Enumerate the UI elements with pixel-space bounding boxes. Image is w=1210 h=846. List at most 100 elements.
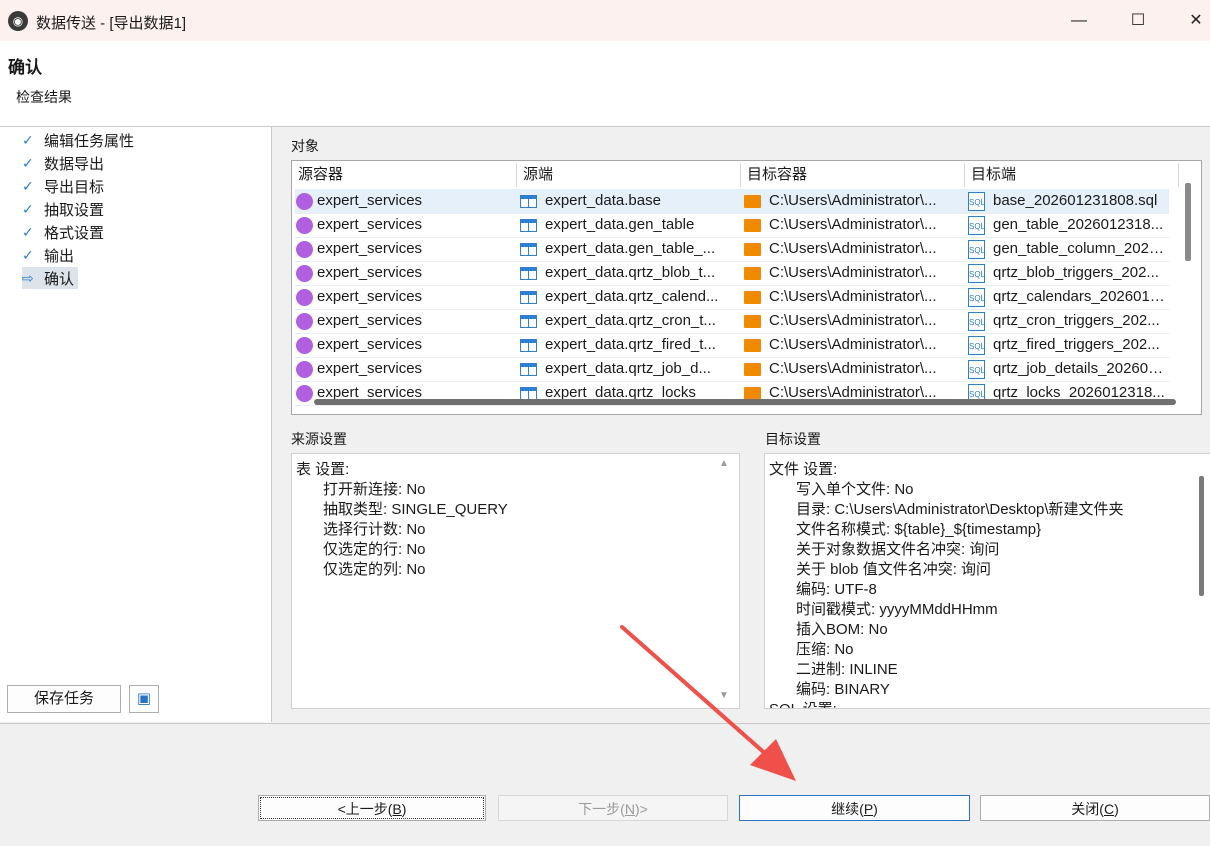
cell-text: C:\Users\Administrator\...: [769, 312, 937, 329]
cell-text: qrtz_fired_triggers_202...: [993, 336, 1160, 353]
folder-icon: [744, 242, 761, 256]
table-row[interactable]: expert_services expert_data.qrtz_blob_t..…: [295, 261, 1169, 286]
cell-source: expert_data.gen_table: [520, 213, 738, 237]
target-setting-line: 写入单个文件: No: [796, 481, 914, 498]
cell-target-container: C:\Users\Administrator\...: [744, 333, 962, 357]
cell-text: qrtz_blob_triggers_202...: [993, 264, 1159, 281]
folder-icon: [744, 218, 761, 232]
cell-source-container: expert_services: [296, 213, 511, 237]
cell-target: SQL base_202601231808.sql: [968, 189, 1168, 213]
objects-table[interactable]: 源容器 源端 目标容器 目标端 expert_services expert_da…: [291, 160, 1202, 415]
cell-text: expert_services: [317, 336, 423, 353]
step-format-settings[interactable]: ✓ 格式设置: [22, 221, 104, 243]
previous-step-button[interactable]: <上一步(B): [258, 795, 486, 821]
table-row[interactable]: expert_services expert_data.base C:\Users\…: [295, 189, 1169, 214]
column-header-target-container[interactable]: 目标容器: [741, 163, 965, 187]
minimize-button[interactable]: —: [1064, 8, 1094, 34]
floppy-disk-icon: ▣: [136, 690, 152, 707]
cell-target: SQL qrtz_fired_triggers_202...: [968, 333, 1168, 357]
source-setting-line: 抽取类型: SINGLE_QUERY: [323, 501, 508, 518]
save-task-button[interactable]: 保存任务: [7, 685, 121, 713]
next-step-button[interactable]: 下一步(N)>: [498, 795, 728, 821]
table-row[interactable]: expert_services expert_data.qrtz_fired_t.…: [295, 333, 1169, 358]
check-icon: ✓: [22, 154, 34, 171]
button-label: 下一步(: [578, 801, 625, 817]
cell-target: SQL qrtz_blob_triggers_202...: [968, 261, 1168, 285]
cell-text: C:\Users\Administrator\...: [769, 216, 937, 233]
proceed-button[interactable]: 继续(P): [739, 795, 970, 821]
source-settings-label: 来源设置: [291, 431, 347, 447]
window-title: 数据传送 - [导出数据1]: [36, 15, 187, 32]
close-window-button[interactable]: ✕: [1181, 8, 1210, 34]
table-row[interactable]: expert_services expert_data.qrtz_job_d...…: [295, 357, 1169, 382]
page-subtitle: 检查结果: [16, 89, 72, 105]
cell-source-container: expert_services: [296, 261, 511, 285]
cell-text: expert_services: [317, 264, 423, 281]
button-label-end: ): [873, 801, 878, 817]
page-header: 确认 检查结果: [0, 41, 1210, 127]
step-data-export[interactable]: ✓ 数据导出: [22, 152, 104, 174]
cell-text: C:\Users\Administrator\...: [769, 240, 937, 257]
save-task-options-button[interactable]: ▣: [129, 685, 159, 713]
database-icon: [296, 312, 313, 330]
column-header-source[interactable]: 源端: [517, 163, 741, 187]
step-output[interactable]: ✓ 输出: [22, 244, 74, 266]
table-row[interactable]: expert_services expert_data.qrtz_cron_t..…: [295, 309, 1169, 334]
target-setting-line: 文件名称模式: ${table}_${timestamp}: [796, 521, 1042, 538]
step-extract-settings[interactable]: ✓ 抽取设置: [22, 198, 104, 220]
folder-icon: [744, 266, 761, 280]
target-settings-scrollbar[interactable]: [1199, 476, 1204, 596]
sql-file-icon: SQL: [968, 311, 985, 331]
cell-source: expert_data.qrtz_job_d...: [520, 357, 738, 381]
source-settings-heading: 表 设置:: [296, 461, 350, 478]
cell-target-container: C:\Users\Administrator\...: [744, 261, 962, 285]
step-label: 确认: [44, 270, 75, 288]
table-icon: [520, 242, 537, 256]
cell-source: expert_data.base: [520, 189, 738, 213]
source-setting-line: 仅选定的列: No: [323, 561, 426, 578]
table-icon: [520, 362, 537, 376]
column-header-target[interactable]: 目标端: [965, 163, 1179, 187]
cell-target-container: C:\Users\Administrator\...: [744, 237, 962, 261]
cell-source-container: expert_services: [296, 333, 511, 357]
table-icon: [520, 266, 537, 280]
button-label: 关闭(: [1071, 801, 1104, 817]
close-button[interactable]: 关闭(C): [980, 795, 1210, 821]
button-label-end: ): [1114, 801, 1119, 817]
cell-text: qrtz_cron_triggers_202...: [993, 312, 1160, 329]
table-row[interactable]: expert_services expert_data.gen_table_...…: [295, 237, 1169, 262]
cell-text: expert_services: [317, 360, 423, 377]
sql-file-icon: SQL: [968, 359, 985, 379]
cell-source: expert_data.gen_table_...: [520, 237, 738, 261]
table-row[interactable]: expert_services expert_data.qrtz_calend..…: [295, 285, 1169, 310]
objects-vertical-scrollbar[interactable]: [1185, 183, 1191, 261]
maximize-button[interactable]: ☐: [1123, 8, 1153, 34]
arrow-right-icon: ⇨: [22, 269, 34, 286]
check-icon: ✓: [22, 131, 34, 148]
step-confirm[interactable]: ⇨ 确认: [22, 267, 79, 289]
cell-source: expert_data.qrtz_cron_t...: [520, 309, 738, 333]
cell-source: expert_data.qrtz_blob_t...: [520, 261, 738, 285]
cell-source-container: expert_services: [296, 189, 511, 213]
sql-file-icon: SQL: [968, 287, 985, 307]
scroll-up-icon[interactable]: ▲: [719, 458, 729, 469]
cell-text: C:\Users\Administrator\...: [769, 336, 937, 353]
folder-icon: [744, 386, 761, 400]
folder-icon: [744, 362, 761, 376]
column-header-source-container[interactable]: 源容器: [292, 163, 517, 187]
sql-file-icon: SQL: [968, 215, 985, 235]
step-export-target[interactable]: ✓ 导出目标: [22, 175, 104, 197]
cell-source: expert_data.qrtz_fired_t...: [520, 333, 738, 357]
source-setting-line: 选择行计数: No: [323, 521, 426, 538]
table-row[interactable]: expert_services expert_data.gen_table C:\U…: [295, 213, 1169, 238]
cell-source: expert_data.qrtz_calend...: [520, 285, 738, 309]
button-label: <上一步(: [337, 801, 393, 817]
cell-target: SQL qrtz_job_details_202601...: [968, 357, 1168, 381]
source-setting-line: 打开新连接: No: [323, 481, 426, 498]
target-settings-panel[interactable]: 文件 设置: 写入单个文件: No 目录: C:\Users\Administr…: [764, 453, 1210, 709]
cell-text: gen_table_2026012318...: [993, 216, 1164, 233]
wizard-steps-sidebar: ✓ 编辑任务属性 ✓ 数据导出 ✓ 导出目标 ✓ 抽取设置 ✓ 格式设置 ✓ 输出 ⇨ 确认 …: [0, 127, 272, 722]
objects-horizontal-scrollbar[interactable]: [314, 399, 1176, 405]
step-edit-task-properties[interactable]: ✓ 编辑任务属性: [22, 129, 134, 151]
cell-text: expert_data.qrtz_cron_t...: [545, 312, 716, 329]
